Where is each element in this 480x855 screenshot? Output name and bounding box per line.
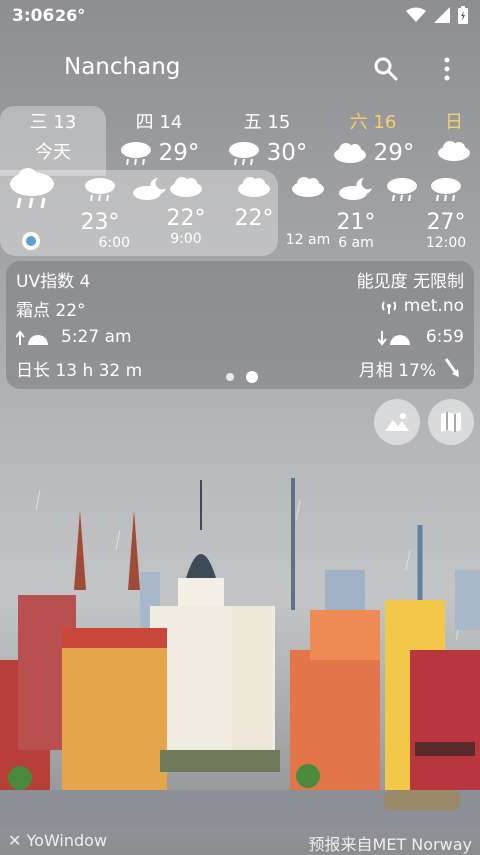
status-temp: 26° <box>55 6 86 25</box>
cloud-icon <box>170 177 202 197</box>
town-illustration <box>0 478 480 830</box>
map-button[interactable] <box>428 399 474 445</box>
dewpoint: 霜点 22° <box>16 301 86 321</box>
sunset-time: 6:59 <box>425 327 464 347</box>
day-thu[interactable]: 四 14 29° <box>114 108 204 166</box>
day-fri[interactable]: 五 15 30° <box>222 108 312 166</box>
rain-cloud-icon <box>431 178 461 202</box>
cloud-icon <box>238 177 270 197</box>
sunrise-icon <box>16 330 48 345</box>
day-temp: 29° <box>158 140 200 166</box>
source-text: met.no <box>403 296 464 316</box>
map-icon <box>441 412 461 432</box>
hour-temp: 21° <box>336 210 376 235</box>
day-label: 日 <box>445 112 463 133</box>
location-marker[interactable] <box>22 232 40 250</box>
moon-phase-icon <box>444 358 459 377</box>
rain-cloud-icon <box>228 142 259 166</box>
day-label: 四 14 <box>135 112 183 133</box>
status-icons <box>406 6 468 24</box>
city-name[interactable]: Nanchang <box>64 54 180 80</box>
brand-label[interactable]: ✕ YoWindow <box>8 831 107 850</box>
day-sub: 今天 <box>35 142 71 163</box>
more-options-icon[interactable] <box>436 56 458 82</box>
day-sun[interactable]: 日 <box>428 108 480 162</box>
provider-label[interactable]: 预报来自MET Norway <box>309 831 472 855</box>
status-time: 3:06 <box>12 6 55 26</box>
hour-time: 6:00 <box>98 235 130 251</box>
hour-1200-next[interactable]: 27° 12:00 <box>416 176 476 251</box>
rain-cloud-icon <box>120 142 151 166</box>
rain-cloud-icon <box>387 178 417 202</box>
day-label: 三 13 <box>29 112 77 133</box>
day-temp: 29° <box>373 140 415 166</box>
landscape-button[interactable] <box>374 399 420 445</box>
day-length: 日长 13 h 32 m <box>16 361 143 381</box>
uv-index: UV指数 4 <box>16 272 91 292</box>
day-label: 六 16 <box>349 112 397 133</box>
sunrise-time: 5:27 am <box>61 327 132 347</box>
wifi-icon <box>406 7 426 22</box>
rain-cloud-icon <box>10 168 54 209</box>
moon-phase: 月相 17% <box>358 361 436 381</box>
search-icon[interactable] <box>373 56 399 82</box>
day-temp: 30° <box>266 140 308 166</box>
day-sat[interactable]: 六 16 29° <box>328 108 418 166</box>
hour-temp: 27° <box>426 210 466 235</box>
page-dot-active[interactable] <box>246 371 258 383</box>
source-link[interactable]: met.no <box>380 296 464 316</box>
day-today[interactable]: 三 13 今天 <box>8 108 98 164</box>
antenna-icon <box>381 301 396 314</box>
visibility: 能见度 无限制 <box>356 272 464 292</box>
cloud-icon <box>438 141 470 161</box>
brand-text: YoWindow <box>26 831 108 850</box>
cloud-moon-icon <box>339 178 372 200</box>
rain-cloud-icon <box>85 178 115 202</box>
cloud-icon <box>292 177 324 197</box>
sunset-icon <box>378 331 410 346</box>
hour-1200[interactable]: 22° <box>224 176 284 231</box>
day-label: 五 15 <box>243 112 291 133</box>
hour-time: 12:00 <box>425 235 467 251</box>
hour-0900[interactable]: 22° 9:00 <box>156 176 216 247</box>
signal-icon <box>434 7 450 23</box>
page-dot[interactable] <box>226 373 234 381</box>
landscape-icon <box>385 413 409 431</box>
cloud-icon <box>333 143 366 163</box>
hour-time: 6 am <box>338 235 374 251</box>
hour-temp: 22° <box>166 206 206 231</box>
hour-time: 9:00 <box>170 231 202 247</box>
hour-temp: 22° <box>234 206 274 231</box>
battery-icon <box>458 6 468 24</box>
status-bar: 3:06 26° <box>0 0 480 34</box>
weather-details-panel[interactable]: UV指数 4 能见度 无限制 霜点 22° met.no 5:27 am 6:5… <box>6 261 474 389</box>
hour-temp: 23° <box>80 210 120 235</box>
